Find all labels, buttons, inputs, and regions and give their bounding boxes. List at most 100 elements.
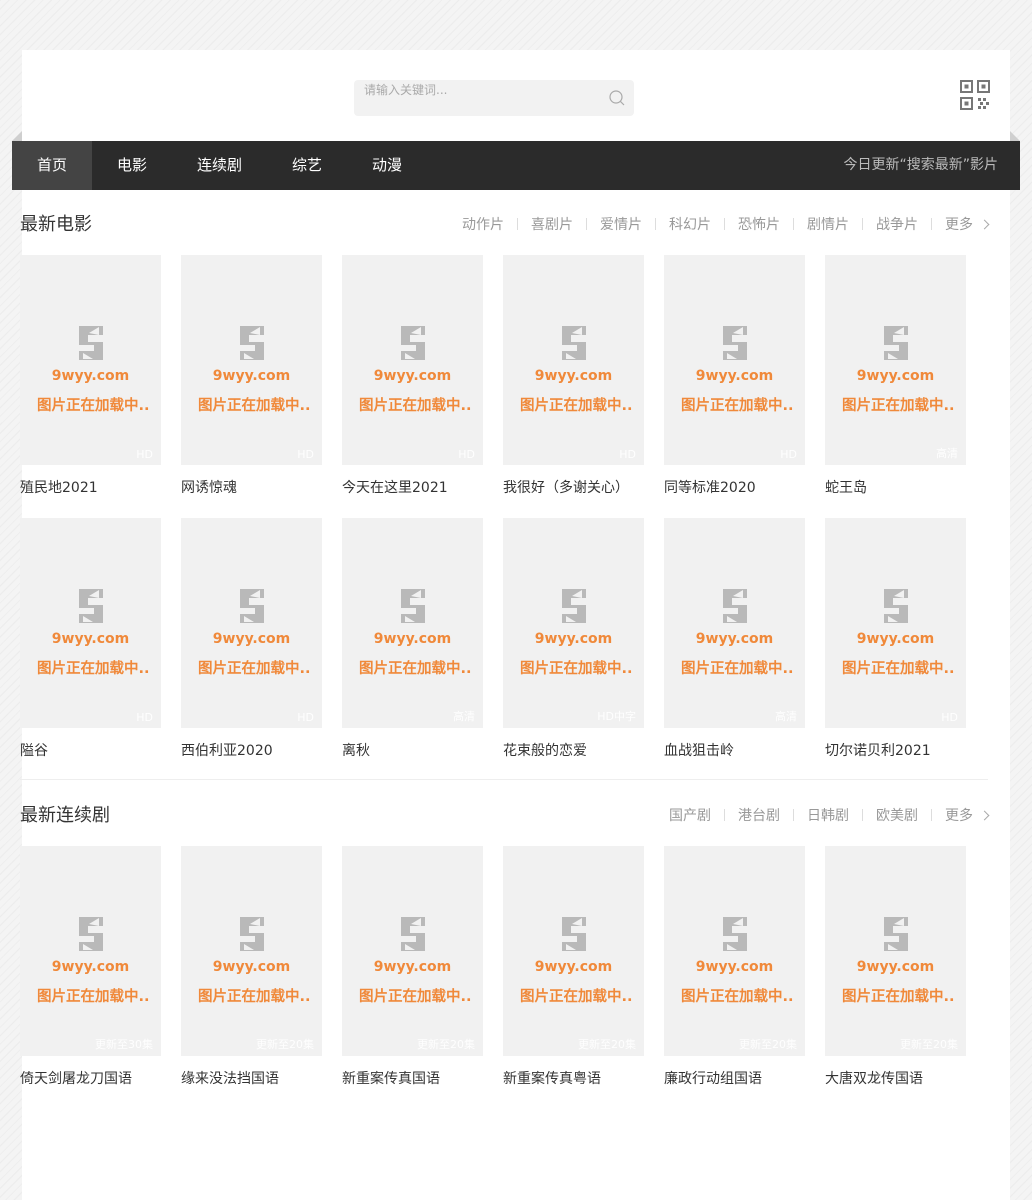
update-notice[interactable]: 今日更新“搜索最新”影片 <box>843 141 998 190</box>
placeholder-logo-icon <box>558 588 590 628</box>
search-input[interactable] <box>364 80 604 100</box>
video-title[interactable]: 同等标准2020 <box>664 477 805 497</box>
category-link[interactable]: 国产剧 <box>669 805 711 825</box>
video-title[interactable]: 新重案传真国语 <box>342 1068 483 1088</box>
nav-ribbon-right <box>1010 131 1020 141</box>
video-title[interactable]: 西伯利亚2020 <box>181 740 322 760</box>
nav-item-2[interactable]: 连续剧 <box>172 141 267 190</box>
search-box <box>354 80 634 116</box>
category-link[interactable]: 科幻片 <box>669 214 711 234</box>
video-card[interactable]: 9wyy.com 图片正在加载中.. 更新至20集廉政行动组国语 <box>664 846 805 1109</box>
video-card[interactable]: 9wyy.com 图片正在加载中.. 更新至20集新重案传真国语 <box>342 846 483 1109</box>
category-link[interactable]: 欧美剧 <box>876 805 918 825</box>
category-links: 国产剧 港台剧 日韩剧 欧美剧 更多 <box>669 805 990 825</box>
poster-image[interactable]: 9wyy.com 图片正在加载中.. 更新至30集 <box>20 846 161 1056</box>
video-title[interactable]: 新重案传真粤语 <box>503 1068 644 1088</box>
poster-image[interactable]: 9wyy.com 图片正在加载中.. 更新至20集 <box>342 846 483 1056</box>
placeholder-site-text: 9wyy.com <box>856 959 935 975</box>
category-link[interactable]: 日韩剧 <box>807 805 849 825</box>
video-title[interactable]: 倚天剑屠龙刀国语 <box>20 1068 161 1088</box>
nav-item-0[interactable]: 首页 <box>12 141 92 190</box>
category-link[interactable]: 港台剧 <box>738 805 780 825</box>
video-card[interactable]: 9wyy.com 图片正在加载中.. 高清血战狙击岭 <box>664 518 805 781</box>
poster-image[interactable]: 9wyy.com 图片正在加载中.. 更新至20集 <box>181 846 322 1056</box>
category-link[interactable]: 动作片 <box>462 214 504 234</box>
more-link[interactable]: 更多 <box>945 805 973 825</box>
video-title[interactable]: 离秋 <box>342 740 483 760</box>
poster-image[interactable]: 9wyy.com 图片正在加载中.. HD <box>342 255 483 465</box>
video-title[interactable]: 蛇王岛 <box>825 477 966 497</box>
placeholder-logo-icon <box>880 588 912 628</box>
video-card[interactable]: 9wyy.com 图片正在加载中.. HD 网诱惊魂 <box>181 255 322 518</box>
category-link[interactable]: 恐怖片 <box>738 214 780 234</box>
poster-image[interactable]: 9wyy.com 图片正在加载中.. 更新至20集 <box>664 846 805 1056</box>
series-section: 最新连续剧 国产剧 港台剧 日韩剧 欧美剧 更多 9wyy.com 图片正在加载中.. 更新… <box>20 783 990 1109</box>
video-card[interactable]: 9wyy.com 图片正在加载中.. HD 殖民地2021 <box>20 255 161 518</box>
video-card[interactable]: 9wyy.com 图片正在加载中.. HD 隘谷 <box>20 518 161 781</box>
video-title[interactable]: 切尔诺贝利2021 <box>825 740 966 760</box>
poster-image[interactable]: 9wyy.com 图片正在加载中.. 高清 <box>825 255 966 465</box>
video-title[interactable]: 今天在这里2021 <box>342 477 483 497</box>
poster-image[interactable]: 9wyy.com 图片正在加载中.. HD <box>181 255 322 465</box>
poster-image[interactable]: 9wyy.com 图片正在加载中.. 高清 <box>664 518 805 728</box>
placeholder-logo-icon <box>236 325 268 365</box>
category-link[interactable]: 喜剧片 <box>531 214 573 234</box>
video-title[interactable]: 我很好（多谢关心） <box>503 477 644 497</box>
header <box>22 50 1010 141</box>
section-title: 最新电影 <box>20 214 92 235</box>
poster-image[interactable]: 9wyy.com 图片正在加载中.. HD <box>181 518 322 728</box>
poster-image[interactable]: 9wyy.com 图片正在加载中.. HD <box>664 255 805 465</box>
qr-code-icon[interactable] <box>960 80 990 110</box>
chevron-right-icon <box>979 810 990 820</box>
nav-item-1[interactable]: 电影 <box>92 141 172 190</box>
placeholder-site-text: 9wyy.com <box>856 631 935 647</box>
video-title[interactable]: 廉政行动组国语 <box>664 1068 805 1088</box>
poster-image[interactable]: 9wyy.com 图片正在加载中.. 更新至20集 <box>825 846 966 1056</box>
video-title[interactable]: 大唐双龙传国语 <box>825 1068 966 1088</box>
category-link[interactable]: 战争片 <box>876 214 918 234</box>
poster-image[interactable]: 9wyy.com 图片正在加载中.. HD中字 <box>503 518 644 728</box>
video-title[interactable]: 殖民地2021 <box>20 477 161 497</box>
main-nav: 首页 电影 连续剧 综艺 动漫 今日更新“搜索最新”影片 <box>12 141 1020 190</box>
category-link[interactable]: 爱情片 <box>600 214 642 234</box>
poster-image[interactable]: 9wyy.com 图片正在加载中.. HD <box>20 518 161 728</box>
video-card[interactable]: 9wyy.com 图片正在加载中.. HD 今天在这里2021 <box>342 255 483 518</box>
video-card[interactable]: 9wyy.com 图片正在加载中.. HD 切尔诺贝利2021 <box>825 518 966 781</box>
movies-section: 最新电影 动作片 喜剧片 爱情片 科幻片 恐怖片 剧情片 战争片 更多 9wyy.com 图片正… <box>20 192 990 781</box>
video-card[interactable]: 9wyy.com 图片正在加载中.. HD 同等标准2020 <box>664 255 805 518</box>
nav-item-3[interactable]: 综艺 <box>267 141 347 190</box>
placeholder-loading-text: 图片正在加载中.. <box>842 661 955 677</box>
video-card[interactable]: 9wyy.com 图片正在加载中.. HD中字 花束般的恋爱 <box>503 518 644 781</box>
placeholder-logo-icon <box>558 916 590 956</box>
video-card[interactable]: 9wyy.com 图片正在加载中.. 更新至20集大唐双龙传国语 <box>825 846 966 1109</box>
placeholder-logo-icon <box>558 325 590 365</box>
placeholder-site-text: 9wyy.com <box>51 368 130 384</box>
video-card[interactable]: 9wyy.com 图片正在加载中.. 更新至30集倚天剑屠龙刀国语 <box>20 846 161 1109</box>
more-link[interactable]: 更多 <box>945 214 973 234</box>
search-button[interactable] <box>608 89 626 107</box>
placeholder-logo-icon <box>719 916 751 956</box>
category-link[interactable]: 剧情片 <box>807 214 849 234</box>
video-title[interactable]: 花束般的恋爱 <box>503 740 644 760</box>
placeholder-site-text: 9wyy.com <box>534 631 613 647</box>
placeholder-loading-text: 图片正在加载中.. <box>37 661 150 677</box>
video-card[interactable]: 9wyy.com 图片正在加载中.. 高清蛇王岛 <box>825 255 966 518</box>
video-title[interactable]: 隘谷 <box>20 740 161 760</box>
video-title[interactable]: 缘来没法挡国语 <box>181 1068 322 1088</box>
poster-image[interactable]: 9wyy.com 图片正在加载中.. HD <box>20 255 161 465</box>
video-card[interactable]: 9wyy.com 图片正在加载中.. 更新至20集缘来没法挡国语 <box>181 846 322 1109</box>
video-title[interactable]: 网诱惊魂 <box>181 477 322 497</box>
status-badge: HD <box>458 448 475 461</box>
video-card[interactable]: 9wyy.com 图片正在加载中.. 更新至20集新重案传真粤语 <box>503 846 644 1109</box>
poster-image[interactable]: 9wyy.com 图片正在加载中.. HD <box>825 518 966 728</box>
video-card[interactable]: 9wyy.com 图片正在加载中.. HD 西伯利亚2020 <box>181 518 322 781</box>
video-card[interactable]: 9wyy.com 图片正在加载中.. HD 我很好（多谢关心） <box>503 255 644 518</box>
nav-item-4[interactable]: 动漫 <box>347 141 427 190</box>
placeholder-site-text: 9wyy.com <box>856 368 935 384</box>
video-title[interactable]: 血战狙击岭 <box>664 740 805 760</box>
poster-image[interactable]: 9wyy.com 图片正在加载中.. 高清 <box>342 518 483 728</box>
poster-image[interactable]: 9wyy.com 图片正在加载中.. 更新至20集 <box>503 846 644 1056</box>
placeholder-loading-text: 图片正在加载中.. <box>520 661 633 677</box>
video-card[interactable]: 9wyy.com 图片正在加载中.. 高清离秋 <box>342 518 483 781</box>
poster-image[interactable]: 9wyy.com 图片正在加载中.. HD <box>503 255 644 465</box>
